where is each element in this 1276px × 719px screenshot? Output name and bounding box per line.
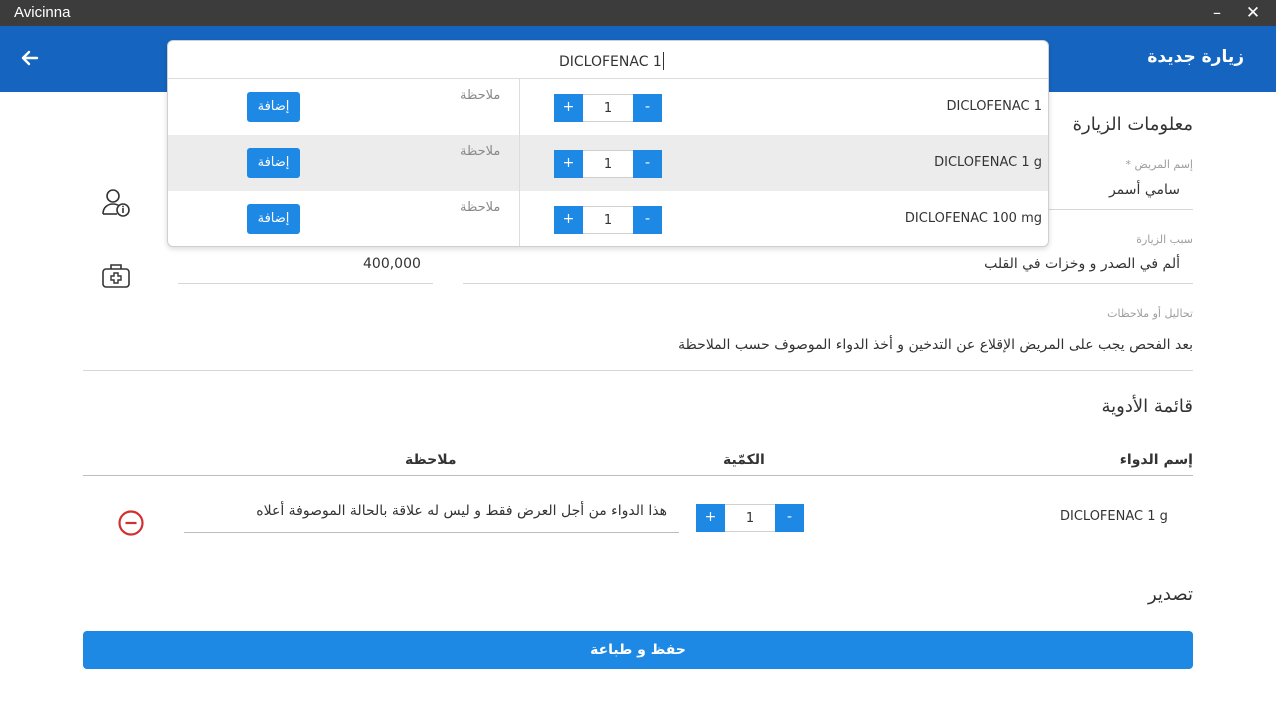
result-quantity-stepper: + 1 -	[554, 206, 662, 234]
result-note-field[interactable]: ملاحظة	[460, 200, 500, 215]
medicine-quantity-stepper: + 1 -	[696, 504, 804, 532]
visit-reason-label: سبب الزيارة	[1136, 233, 1193, 246]
medicine-search-popup: DICLOFENAC 1 DICLOFENAC 1 + 1 - ملاحظة إ…	[167, 40, 1049, 247]
visit-reason-field[interactable]: ألم في الصدر و وخزات في القلب	[984, 256, 1180, 272]
search-result-item[interactable]: DICLOFENAC 1 + 1 - ملاحظة إضافة	[168, 79, 1048, 135]
text-caret	[662, 52, 664, 70]
back-button[interactable]	[14, 44, 46, 72]
visit-info-title: معلومات الزيارة	[1072, 114, 1193, 135]
add-medicine-button[interactable]: إضافة	[247, 148, 300, 178]
notes-field[interactable]: بعد الفحص يجب على المريض الإقلاع عن التد…	[678, 337, 1193, 353]
medicine-name: DICLOFENAC 1 g	[1060, 509, 1168, 524]
medicine-note-underline	[184, 532, 679, 533]
export-title: تصدير	[1147, 584, 1193, 605]
page-title: زيارة جديدة	[1147, 47, 1244, 67]
search-result-item[interactable]: DICLOFENAC 1 g + 1 - ملاحظة إضافة	[168, 135, 1048, 191]
increment-button[interactable]: +	[554, 206, 583, 234]
arrow-left-icon	[21, 50, 39, 66]
decrement-button[interactable]: -	[633, 94, 662, 122]
result-quantity-stepper: + 1 -	[554, 150, 662, 178]
app-title: Avicinna	[14, 4, 71, 21]
decrement-button[interactable]: -	[633, 150, 662, 178]
quantity-input[interactable]: 1	[725, 504, 775, 532]
notes-label: تحاليل أو ملاحظات	[1107, 307, 1193, 320]
notes-underline	[83, 370, 1193, 371]
result-drug-name: DICLOFENAC 1 g	[934, 155, 1042, 170]
row-divider	[519, 191, 520, 246]
close-window-button[interactable]: ✕	[1236, 0, 1270, 26]
table-header-divider	[83, 475, 1193, 476]
row-divider	[519, 79, 520, 135]
column-header-note: ملاحظة	[405, 452, 457, 468]
visit-fee-underline	[178, 283, 433, 284]
medicine-list-title: قائمة الأدوية	[1101, 396, 1193, 417]
column-header-name: إسم الدواء	[1119, 452, 1193, 468]
medicine-note-field[interactable]: هذا الدواء من أجل العرض فقط و ليس له علا…	[256, 503, 667, 519]
result-quantity-stepper: + 1 -	[554, 94, 662, 122]
decrement-button[interactable]: -	[633, 206, 662, 234]
add-medicine-button[interactable]: إضافة	[247, 204, 300, 234]
row-divider	[519, 135, 520, 191]
medical-kit-icon	[100, 260, 132, 296]
increment-button[interactable]: +	[696, 504, 725, 532]
search-result-item[interactable]: DICLOFENAC 100 mg + 1 - ملاحظة إضافة	[168, 191, 1048, 246]
patient-info-icon	[100, 187, 132, 223]
add-medicine-button[interactable]: إضافة	[247, 92, 300, 122]
window-titlebar: Avicinna – ✕	[0, 0, 1276, 26]
search-query[interactable]: DICLOFENAC 1	[559, 52, 664, 70]
save-print-button[interactable]: حفظ و طباعة	[83, 631, 1193, 669]
minus-circle-icon	[118, 510, 144, 536]
quantity-input[interactable]: 1	[583, 206, 633, 234]
result-note-field[interactable]: ملاحظة	[460, 88, 500, 103]
patient-name-label: إسم المريض *	[1125, 158, 1193, 171]
patient-name-field[interactable]: سامي أسمر	[1109, 182, 1180, 198]
minimize-button[interactable]: –	[1200, 0, 1234, 26]
result-drug-name: DICLOFENAC 100 mg	[904, 211, 1042, 226]
increment-button[interactable]: +	[554, 150, 583, 178]
result-drug-name: DICLOFENAC 1	[946, 99, 1043, 114]
increment-button[interactable]: +	[554, 94, 583, 122]
remove-medicine-button[interactable]	[117, 509, 145, 541]
column-header-quantity: الكمّية	[723, 452, 765, 468]
medicine-search-input[interactable]: DICLOFENAC 1	[168, 41, 1048, 79]
visit-fee-field[interactable]: 400,000	[363, 256, 421, 272]
quantity-input[interactable]: 1	[583, 94, 633, 122]
visit-reason-underline	[463, 283, 1193, 284]
result-note-field[interactable]: ملاحظة	[460, 144, 500, 159]
decrement-button[interactable]: -	[775, 504, 804, 532]
quantity-input[interactable]: 1	[583, 150, 633, 178]
